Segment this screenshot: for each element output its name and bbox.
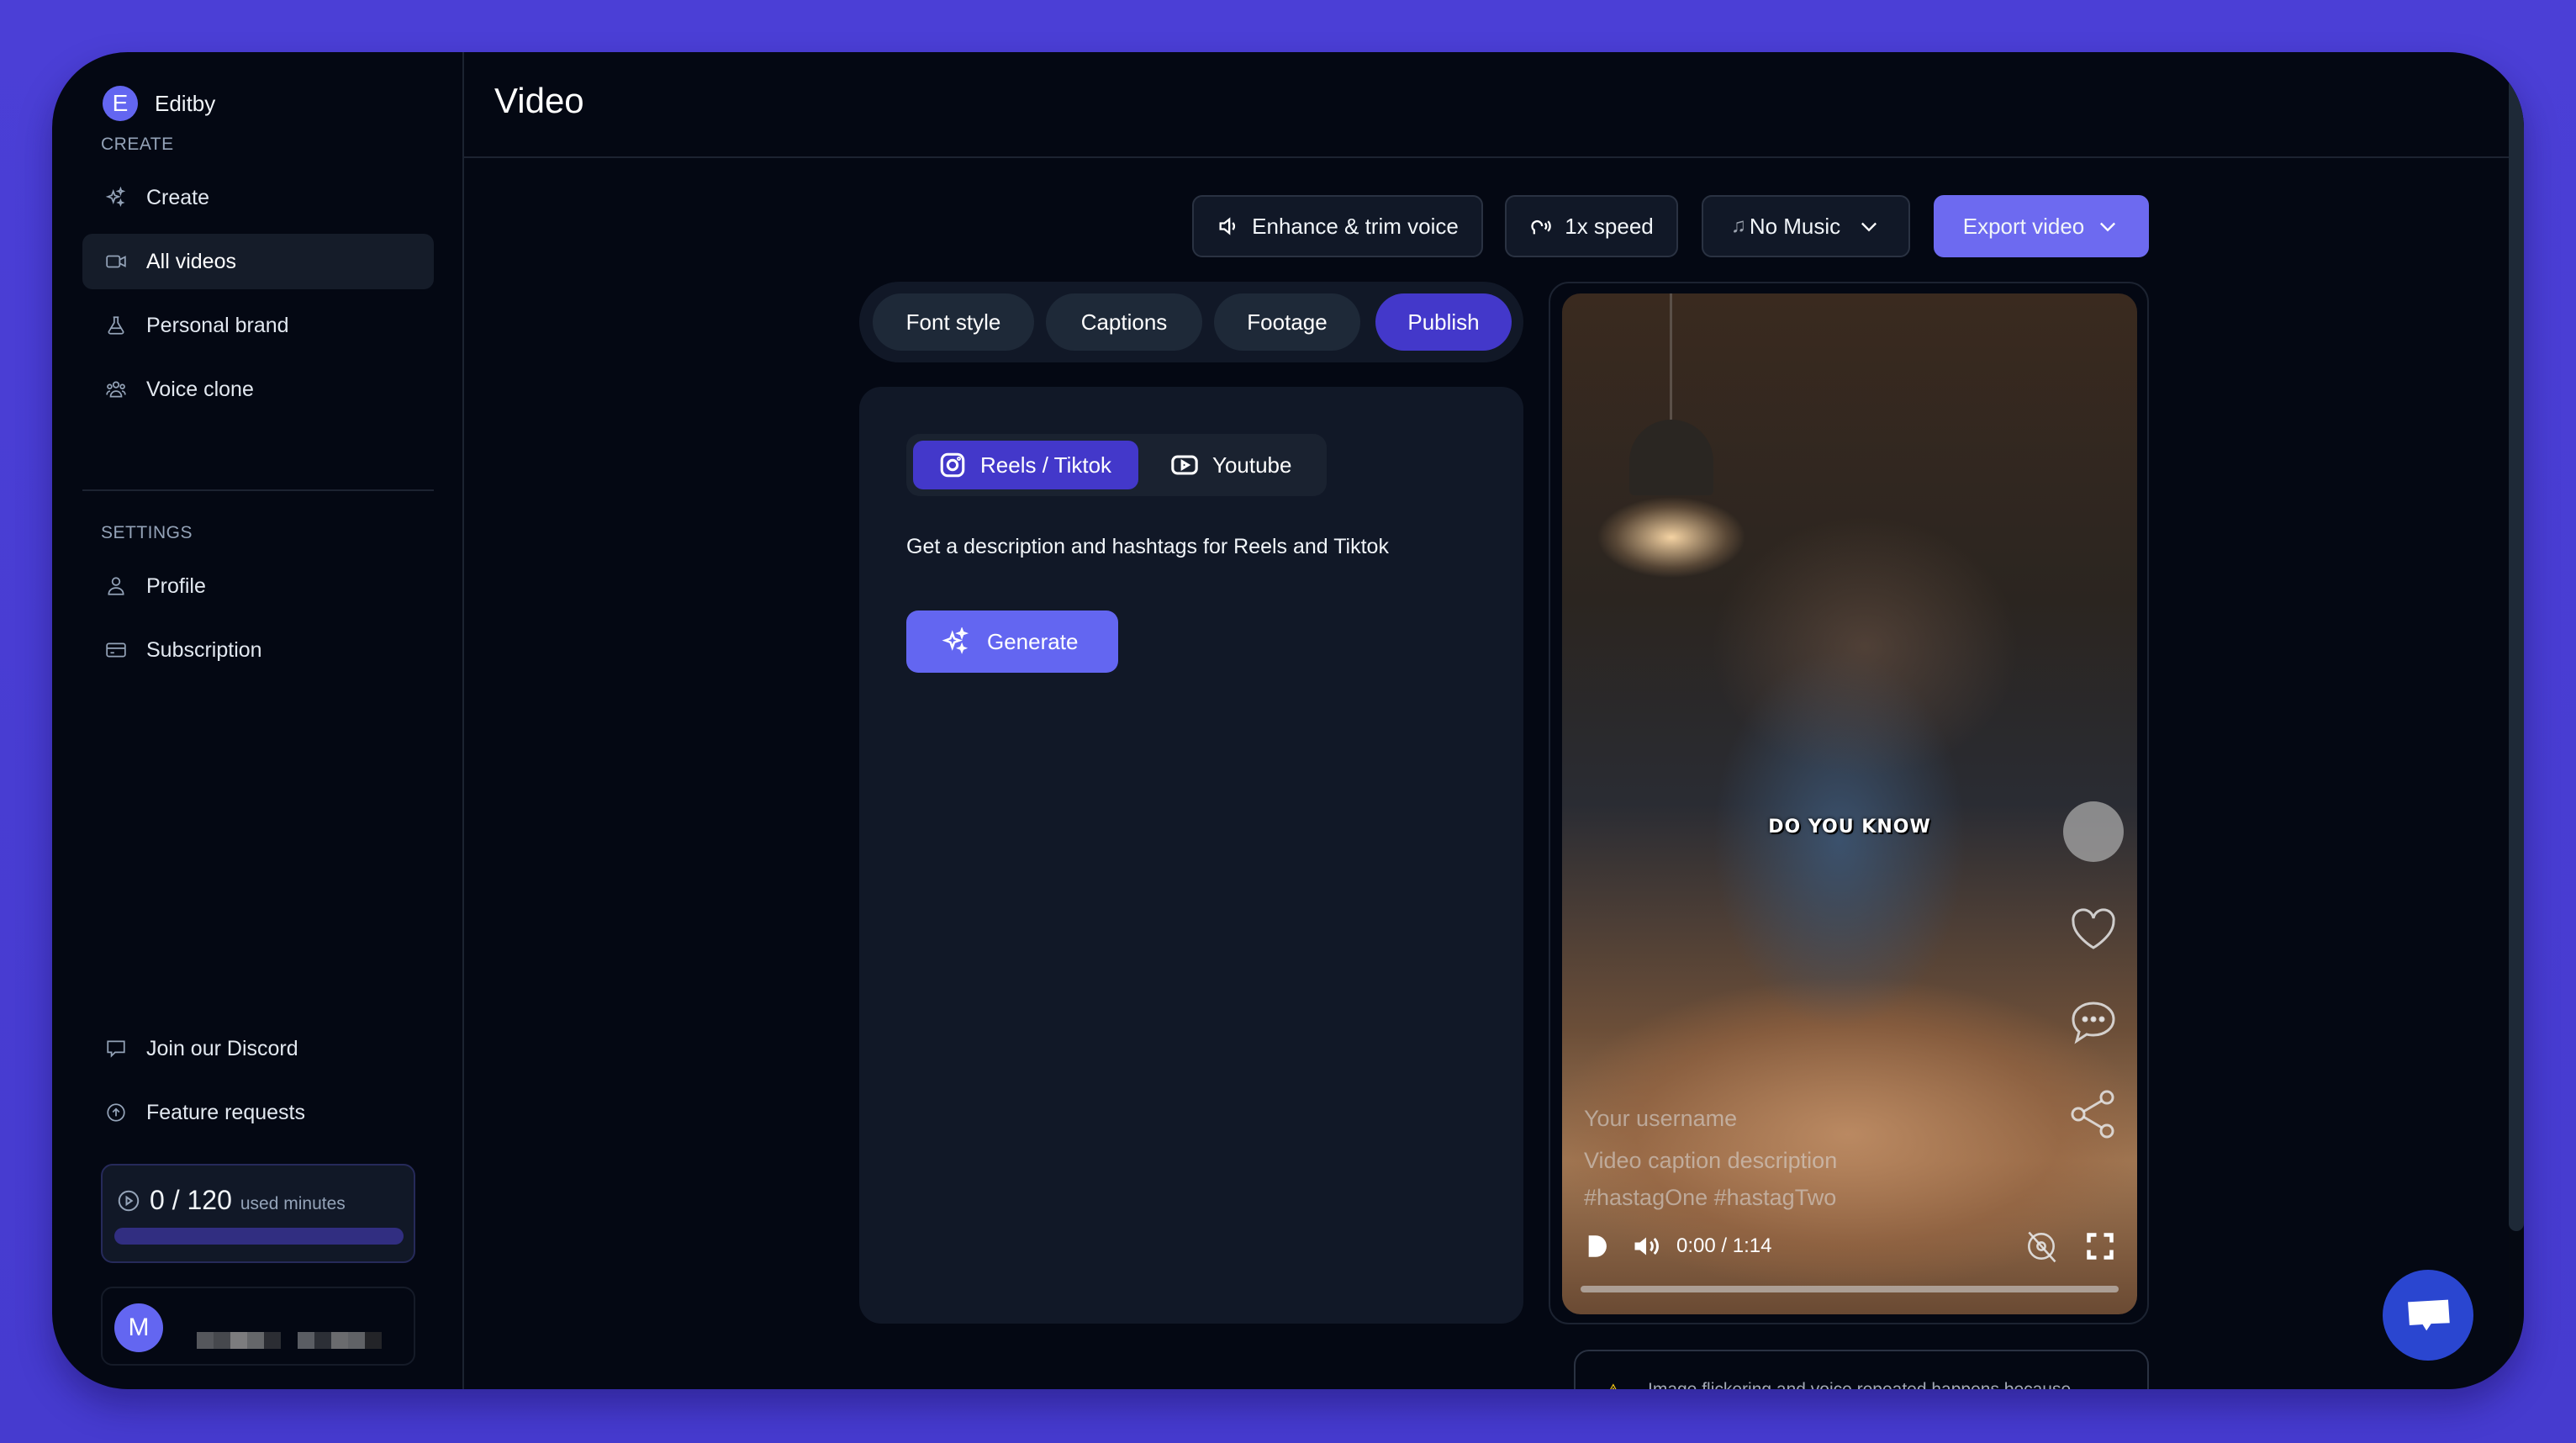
avatar: M [114,1303,163,1352]
speed-label: 1x speed [1565,213,1654,239]
sidebar-item-all-videos[interactable]: All videos [82,234,434,289]
editor-tabs: Font style Captions Footage Publish [859,282,1523,362]
chevron-down-icon [2100,222,2116,232]
brand-logo: E [103,86,138,121]
youtube-icon [1171,455,1198,475]
video-controls: 0:00 / 1:14 [1584,1225,2115,1267]
enhance-voice-button[interactable]: Enhance & trim voice [1192,195,1483,257]
music-label: No Music [1749,213,1841,239]
usage-unit: used minutes [240,1194,346,1213]
tab-captions[interactable]: Captions [1046,293,1202,351]
sidebar-item-create[interactable]: Create [82,170,434,225]
warning-icon: ⚠ [1604,1380,1623,1389]
chat-bubble-icon [104,1037,128,1060]
share-icon [2067,1087,2120,1141]
usage-count: 0 / 120 [150,1185,232,1215]
sidebar-item-voice-clone[interactable]: Voice clone [82,362,434,417]
brand[interactable]: E Editby [103,86,215,121]
sparkles-icon [942,627,969,654]
warning-notice: ⚠ Image flickering and voice repeated ha… [1574,1350,2149,1389]
section-label-create: CREATE [101,135,174,154]
usage-progress-bar [114,1228,404,1245]
section-label-settings: SETTINGS [101,523,193,542]
platform-label: Youtube [1212,452,1292,478]
publish-panel: Reels / Tiktok Youtube Get a description… [859,387,1523,1324]
video-time: 0:00 / 1:14 [1676,1234,1772,1257]
captions-hidden-icon[interactable] [2023,1228,2060,1265]
sidebar-item-discord[interactable]: Join our Discord [82,1021,434,1076]
sidebar-item-profile[interactable]: Profile [82,558,434,614]
fullscreen-icon[interactable] [2085,1231,2115,1261]
platform-label: Reels / Tiktok [980,452,1112,478]
users-icon [104,378,128,401]
credit-card-icon [104,638,128,662]
music-note-icon: ♫ [1730,214,1746,237]
heart-icon [2067,902,2120,956]
video-caption: Video caption description [1584,1148,1838,1173]
user-icon [104,574,128,598]
export-video-button[interactable]: Export video [1934,195,2149,257]
sidebar-item-label: Feature requests [146,1100,305,1124]
tab-footage[interactable]: Footage [1214,293,1360,351]
support-chat-button[interactable] [2383,1270,2473,1361]
export-label: Export video [1962,213,2085,239]
sidebar-item-label: Personal brand [146,313,289,337]
video-hashtags: #hastagOne #hastagTwo [1584,1185,1837,1210]
warning-text: Image flickering and voice repeated happ… [1648,1380,2071,1389]
usage-card: 0 / 120 used minutes [101,1164,415,1263]
video-scene-lamp-cord [1670,293,1672,424]
tab-font-style[interactable]: Font style [873,293,1034,351]
play-circle-icon [116,1184,141,1213]
platform-toggle: Reels / Tiktok Youtube [906,434,1327,496]
platform-description: Get a description and hashtags for Reels… [906,535,1389,558]
platform-reels-tiktok[interactable]: Reels / Tiktok [913,441,1138,489]
speaker-icon [1219,217,1236,235]
video-username: Your username [1584,1106,1738,1131]
sidebar: E Editby CREATE Create All videos Person… [52,52,464,1389]
sidebar-divider [82,489,434,491]
video-preview-panel: DO YOU KNOW Your username Video caption … [1549,282,2149,1324]
sidebar-item-label: Subscription [146,637,262,662]
volume-icon[interactable] [1631,1231,1661,1261]
brand-name: Editby [155,90,216,116]
sidebar-item-feature-requests[interactable]: Feature requests [82,1085,434,1140]
sidebar-item-personal-brand[interactable]: Personal brand [82,298,434,353]
arrow-up-circle-icon [104,1101,128,1124]
profile-avatar-icon [2063,801,2124,862]
enhance-voice-label: Enhance & trim voice [1252,213,1459,239]
sparkles-icon [104,186,128,209]
video-overlay-title: DO YOU KNOW [1768,817,1931,838]
video-progress-bar[interactable] [1581,1286,2119,1292]
generate-label: Generate [987,628,1079,654]
platform-youtube[interactable]: Youtube [1145,441,1318,489]
video-scene-lamp [1629,420,1713,495]
scrollbar-thumb[interactable] [2509,52,2524,1231]
video-camera-icon [104,250,128,273]
speed-button[interactable]: 1x speed [1505,195,1678,257]
scrollbar-track[interactable] [2509,52,2524,1389]
sidebar-item-label: Create [146,185,210,209]
video-player[interactable]: DO YOU KNOW Your username Video caption … [1562,293,2137,1314]
sidebar-item-label: Profile [146,574,206,598]
sidebar-item-subscription[interactable]: Subscription [82,622,434,678]
app-window: E Editby CREATE Create All videos Person… [52,52,2524,1389]
voice-speed-icon [1531,220,1552,235]
tab-publish[interactable]: Publish [1375,293,1512,351]
page-header: Video [464,52,2524,158]
sidebar-item-label: All videos [146,249,236,273]
flask-icon [104,314,128,337]
sidebar-item-label[interactable]: Join our Discord [146,1037,298,1061]
instagram-icon [940,452,965,478]
sidebar-item-label: Voice clone [146,377,254,401]
play-icon[interactable] [1584,1230,1613,1262]
chat-message-icon [2408,1299,2450,1331]
redacted-user-email [298,1332,382,1349]
user-card[interactable]: M [101,1287,415,1366]
comment-icon [2067,995,2120,1049]
generate-button[interactable]: Generate [906,610,1118,673]
music-dropdown[interactable]: ♫ No Music [1702,195,1910,257]
redacted-user-name [197,1332,281,1349]
chevron-down-icon [1861,222,1877,232]
page-title: Video [494,81,584,120]
